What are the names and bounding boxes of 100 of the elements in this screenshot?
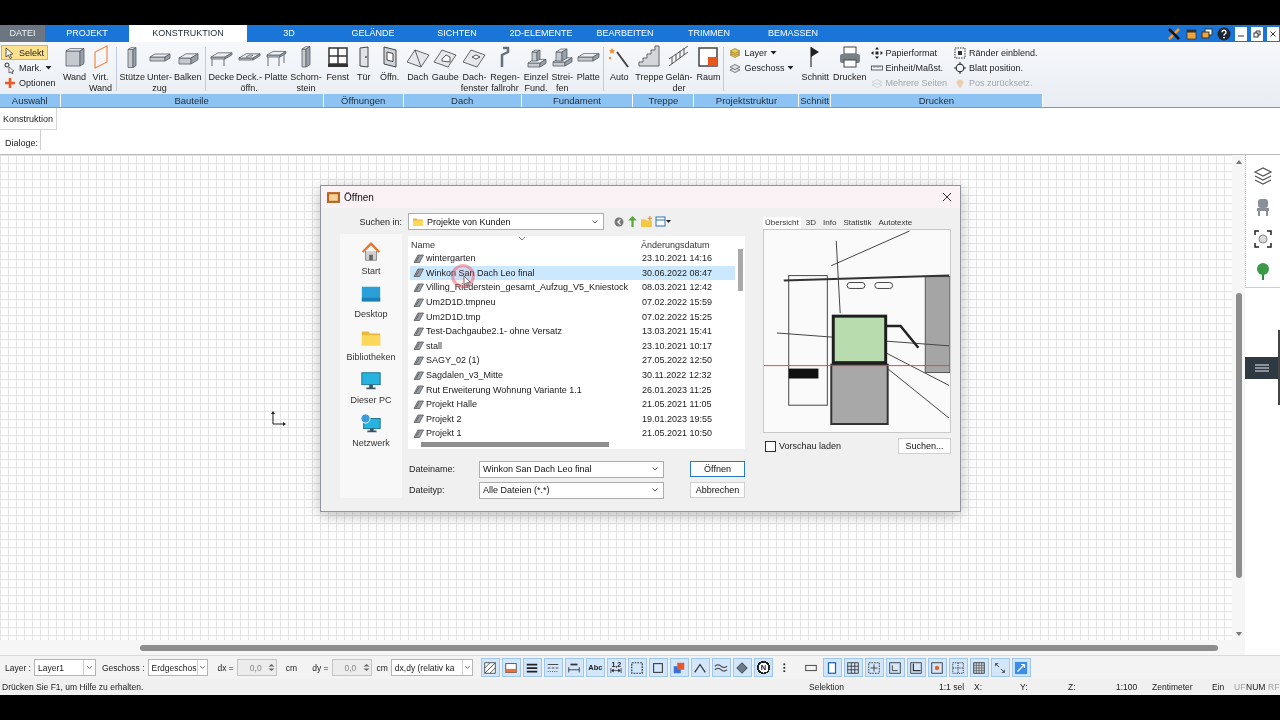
ribbon-button[interactable]: Öffn. (376, 45, 403, 83)
toolbar-button[interactable] (732, 658, 752, 677)
toolbar-button[interactable] (648, 658, 668, 677)
ribbon-button[interactable]: Schorn- stein (289, 45, 323, 93)
look-in-dropdown[interactable]: Projekte von Kunden (408, 213, 604, 230)
toolbar-button[interactable] (690, 658, 710, 677)
close-button[interactable] (1267, 26, 1279, 41)
help-icon[interactable] (1217, 26, 1231, 41)
scroll-thumb[interactable] (738, 249, 743, 291)
ribbon-button[interactable]: Gelän- der (664, 45, 694, 93)
horizontal-scrollbar[interactable] (0, 640, 1245, 655)
preview-tab[interactable]: 3D (803, 217, 819, 229)
ribbon-tab[interactable]: KONSTRUKTION (129, 25, 247, 42)
file-row[interactable]: Test-Dachgaube2.1- ohne Versatz 13.03.2021 15:41 (410, 323, 735, 339)
ribbon-tab[interactable]: BEARBEITEN (583, 25, 667, 42)
ribbon-button[interactable]: Dach- fenster (459, 45, 490, 93)
window-icon[interactable] (1185, 27, 1197, 40)
ribbon-tab[interactable]: 3D (247, 25, 331, 42)
ribbon-button[interactable]: Blatt position. (951, 60, 1028, 75)
ribbon-tab[interactable]: PROJEKT (45, 25, 129, 42)
scroll-thumb[interactable] (1235, 293, 1242, 578)
toolbar-button[interactable] (822, 658, 842, 677)
file-row[interactable]: Projekt Halle 21.05.2021 11:05 (410, 396, 735, 412)
ribbon-button[interactable]: Einheit/Maßst. (867, 60, 948, 75)
load-preview-checkbox[interactable] (765, 440, 776, 452)
toolbar-button[interactable] (480, 658, 500, 677)
scroll-thumb[interactable] (140, 645, 1218, 651)
place-item[interactable]: Start (340, 236, 402, 279)
restore-button[interactable] (1251, 26, 1263, 41)
file-menu-button[interactable]: DATEI (0, 25, 45, 42)
file-type-dropdown[interactable]: Alle Dateien (*.*) (479, 481, 664, 499)
ribbon-button[interactable]: Tür (350, 45, 377, 83)
ribbon-button[interactable]: Geschoss (726, 60, 799, 75)
ribbon-button[interactable]: Stütze (118, 45, 147, 83)
ribbon-button[interactable]: Raum (695, 45, 722, 83)
ribbon-button[interactable]: Platte (263, 45, 290, 83)
place-item[interactable]: Dieser PC (340, 365, 402, 408)
tools-icon[interactable] (1167, 26, 1181, 41)
ribbon-button[interactable]: Dach (404, 45, 431, 83)
close-button[interactable] (940, 190, 954, 204)
ribbon-button[interactable]: Wand (61, 45, 88, 83)
ribbon-button[interactable]: Papierformat (867, 45, 942, 60)
ribbon-tab[interactable]: TRIMMEN (667, 25, 751, 42)
up-folder-icon[interactable] (627, 216, 638, 227)
search-button[interactable]: Suchen... (898, 438, 951, 454)
ribbon-tab[interactable]: 2D-ELEMENTE (499, 25, 583, 42)
ribbon-button[interactable]: Fenst (324, 45, 351, 83)
preview-tab[interactable]: Statistik (841, 217, 874, 229)
back-icon[interactable] (614, 216, 624, 227)
cascade-windows-icon[interactable] (1201, 27, 1213, 40)
ribbon-button[interactable]: Gaube (430, 45, 460, 83)
file-row[interactable]: wintergarten 23.10.2021 14:16 (410, 251, 735, 266)
ribbon-tab[interactable]: SICHTEN (415, 25, 499, 42)
ribbon-button[interactable]: Drucken (832, 45, 868, 83)
ribbon-button[interactable]: Balken (173, 45, 203, 83)
ribbon-button[interactable]: Strei- fen (549, 45, 576, 93)
focus-frame-icon[interactable] (1253, 229, 1273, 249)
side-panel-handle[interactable] (1245, 356, 1278, 379)
ribbon-button[interactable]: Auto (606, 45, 633, 83)
ribbon-button[interactable]: Unter- zug (146, 45, 174, 93)
minimize-button[interactable] (1235, 26, 1247, 41)
floor-dropdown[interactable]: Erdgeschos (147, 659, 208, 676)
layers-icon[interactable] (1253, 165, 1273, 185)
cancel-button[interactable]: Abbrechen (690, 482, 745, 498)
offset-mode-dropdown[interactable]: dx,dy (relativ ka (390, 659, 473, 676)
file-row[interactable]: Um2D1D.tmp 07.02.2022 15:25 (410, 309, 735, 324)
ribbon-button[interactable]: Virt. Wand (87, 45, 114, 93)
preview-tab[interactable]: Info (821, 217, 839, 229)
ribbon-button[interactable]: Treppe (634, 45, 665, 83)
ribbon-button[interactable]: Optionen (1, 75, 60, 90)
toolbar-button[interactable] (543, 658, 563, 677)
file-row[interactable]: Rut Erweiterung Wohnung Variante 1.1 26.01.2023 11:25 (410, 382, 735, 397)
file-row[interactable]: Villing_Riederstein_gesamt_Aufzug_V5_Kniestock 08.03.2021 12:42 (410, 280, 735, 295)
preview-tab[interactable]: Übersicht (763, 217, 801, 229)
file-row[interactable]: Winkon San Dach Leo final 30.06.2022 08:47 (410, 265, 735, 281)
scroll-thumb[interactable] (421, 442, 609, 447)
ribbon-button[interactable]: Deck.- öffn. (235, 45, 264, 93)
toolbar-button[interactable] (990, 658, 1010, 677)
toolbar-button[interactable] (711, 658, 731, 677)
file-name-field[interactable]: Winkon San Dach Leo final (479, 460, 664, 478)
ribbon-button[interactable]: Platte (575, 45, 602, 83)
ribbon-button[interactable]: Einzel Fund. (522, 45, 550, 93)
ribbon-button[interactable]: Regen- fallrohr (489, 45, 521, 93)
ribbon-button[interactable]: Layer (726, 45, 781, 60)
layer-dropdown[interactable]: Layer1 (34, 659, 96, 676)
file-row[interactable]: Projekt 1 21.05.2021 10:50 (410, 426, 735, 441)
view-menu-icon[interactable] (655, 213, 671, 230)
file-row[interactable]: stall 23.10.2021 10:17 (410, 338, 735, 354)
vertical-scrollbar[interactable] (1232, 155, 1245, 640)
open-button[interactable]: Öffnen (690, 461, 745, 477)
file-row[interactable]: Sagdalen_v3_Mitte 30.11.2022 12:32 (410, 367, 735, 383)
ribbon-button[interactable]: Ränder einblend. (951, 45, 1042, 60)
file-row[interactable]: Projekt 2 19.01.2023 19:55 (410, 411, 735, 427)
toolbar-button[interactable] (906, 658, 926, 677)
toolbar-button[interactable] (522, 658, 542, 677)
ribbon-button[interactable]: Mark. (1, 60, 56, 75)
ribbon-button[interactable]: Selekt (1, 45, 48, 60)
place-item[interactable]: Desktop (340, 279, 402, 322)
ribbon-tab[interactable]: GELÄNDE (331, 25, 415, 42)
file-row[interactable]: Um2D1D.tmpneu 07.02.2022 15:59 (410, 294, 735, 310)
